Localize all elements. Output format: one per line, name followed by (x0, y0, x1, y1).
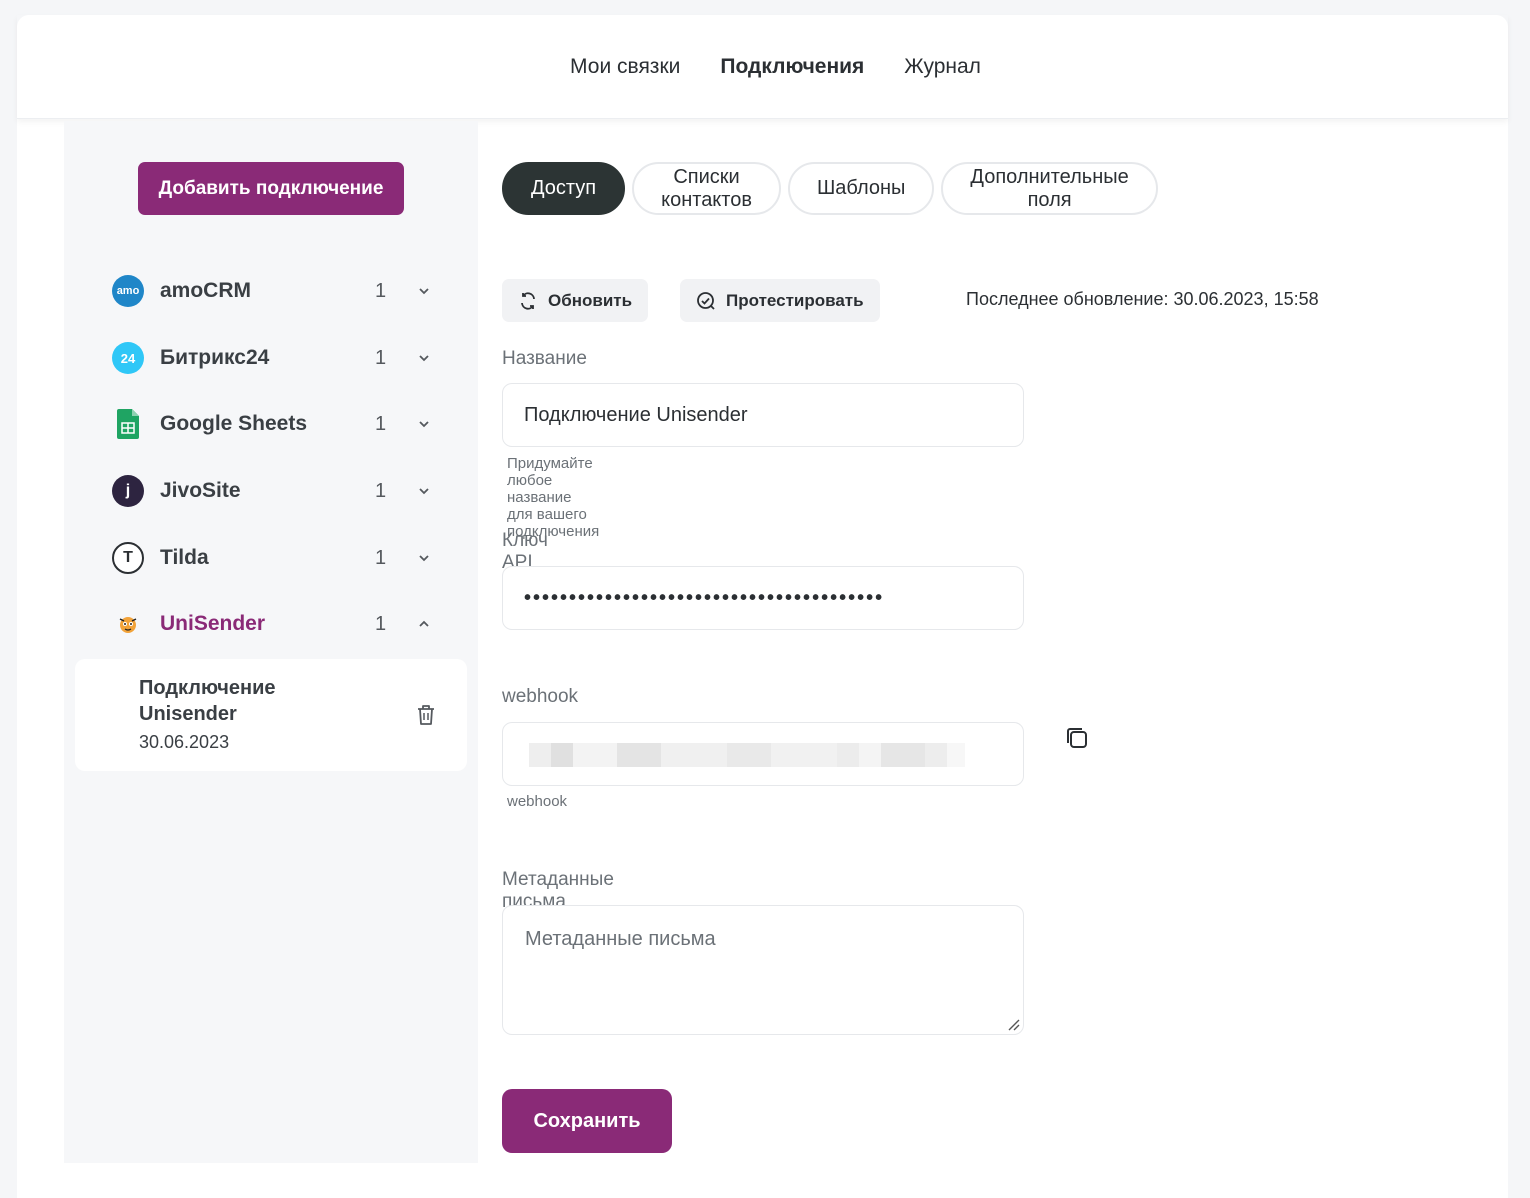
sidebar-item-unisender[interactable]: UniSender 1 (112, 604, 442, 644)
name-label: Название (502, 348, 587, 369)
add-connection-button[interactable]: Добавить подключение (138, 162, 404, 215)
service-name: Tilda (160, 546, 209, 569)
tilda-logo-icon: T (112, 542, 144, 574)
top-navigation: Мои связки Подключения Журнал (17, 15, 1508, 119)
nav-my-links[interactable]: Мои связки (570, 55, 680, 79)
tab-access[interactable]: Доступ (502, 162, 626, 215)
bitrix24-logo-icon: 24 (112, 342, 144, 374)
unisender-logo-icon (112, 608, 144, 640)
name-field[interactable]: Подключение Unisender (502, 383, 1024, 447)
amocrm-logo-icon: amo (112, 275, 144, 307)
sidebar-item-tilda[interactable]: T Tilda 1 (112, 538, 442, 578)
nav-connections[interactable]: Подключения (720, 55, 864, 79)
chevron-up-icon[interactable] (417, 617, 431, 631)
webhook-field[interactable] (502, 722, 1024, 786)
nav-journal[interactable]: Журнал (904, 55, 981, 79)
webhook-hint: webhook (507, 793, 568, 810)
service-name: Google Sheets (160, 412, 308, 435)
service-count: 1 (375, 479, 387, 502)
service-count: 1 (375, 546, 387, 569)
service-count: 1 (375, 279, 387, 302)
sidebar-item-google-sheets[interactable]: Google Sheets 1 (112, 404, 442, 444)
tab-templates[interactable]: Шаблоны (787, 162, 935, 215)
trash-icon[interactable] (415, 703, 437, 727)
service-name: Битрикс24 (160, 346, 270, 369)
api-key-field[interactable]: •••••••••••••••••••••••••••••••••••••••• (502, 566, 1024, 630)
connection-title: Подключение Unisender (139, 677, 276, 725)
google-sheets-logo-icon (112, 408, 144, 440)
api-key-value: •••••••••••••••••••••••••••••••••••••••• (524, 586, 885, 609)
tab-contact-lists[interactable]: Списки контактов (632, 162, 781, 215)
chevron-down-icon[interactable] (417, 284, 431, 298)
test-button[interactable]: Протестировать (680, 279, 880, 322)
check-circle-icon (697, 291, 715, 310)
copy-icon[interactable] (1064, 725, 1090, 751)
connection-item[interactable]: Подключение Unisender 30.06.2023 (75, 659, 467, 771)
webhook-blurred-value (529, 743, 965, 767)
service-name: amoCRM (160, 279, 252, 302)
test-label: Протестировать (726, 290, 864, 310)
name-value: Подключение Unisender (524, 403, 748, 426)
sidebar-item-bitrix24[interactable]: 24 Битрикс24 1 (112, 338, 442, 378)
tab-bar: Доступ Списки контактов Шаблоны Дополнит… (502, 162, 1158, 215)
service-name: UniSender (160, 612, 266, 635)
resize-grip-icon[interactable] (1005, 1016, 1021, 1032)
chevron-down-icon[interactable] (417, 417, 431, 431)
metadata-textarea[interactable]: Метаданные письма (502, 905, 1024, 1035)
sidebar-item-jivosite[interactable]: j JivoSite 1 (112, 471, 442, 511)
page-card: Мои связки Подключения Журнал Добавить п… (17, 15, 1508, 1198)
sidebar-item-amocrm[interactable]: amo amoCRM 1 (112, 271, 442, 311)
chevron-down-icon[interactable] (417, 551, 431, 565)
metadata-placeholder: Метаданные письма (525, 928, 716, 950)
refresh-icon (521, 291, 535, 310)
sidebar: Добавить подключение amo amoCRM 1 24 Бит… (64, 121, 478, 1163)
service-count: 1 (375, 346, 387, 369)
refresh-button[interactable]: Обновить (502, 279, 649, 322)
refresh-label: Обновить (548, 290, 633, 310)
name-hint: Придумайте любое название для вашего под… (507, 455, 600, 540)
last-update-text: Последнее обновление: 30.06.2023, 15:58 (966, 289, 1319, 309)
service-count: 1 (375, 612, 387, 635)
chevron-down-icon[interactable] (417, 351, 431, 365)
jivosite-logo-icon: j (112, 475, 144, 507)
chevron-down-icon[interactable] (417, 484, 431, 498)
service-name: JivoSite (160, 479, 241, 502)
save-button[interactable]: Сохранить (502, 1089, 672, 1153)
connection-date: 30.06.2023 (139, 732, 230, 752)
service-count: 1 (375, 412, 387, 435)
webhook-label: webhook (502, 686, 579, 707)
tab-additional-fields[interactable]: Дополнительные поля (941, 162, 1158, 215)
